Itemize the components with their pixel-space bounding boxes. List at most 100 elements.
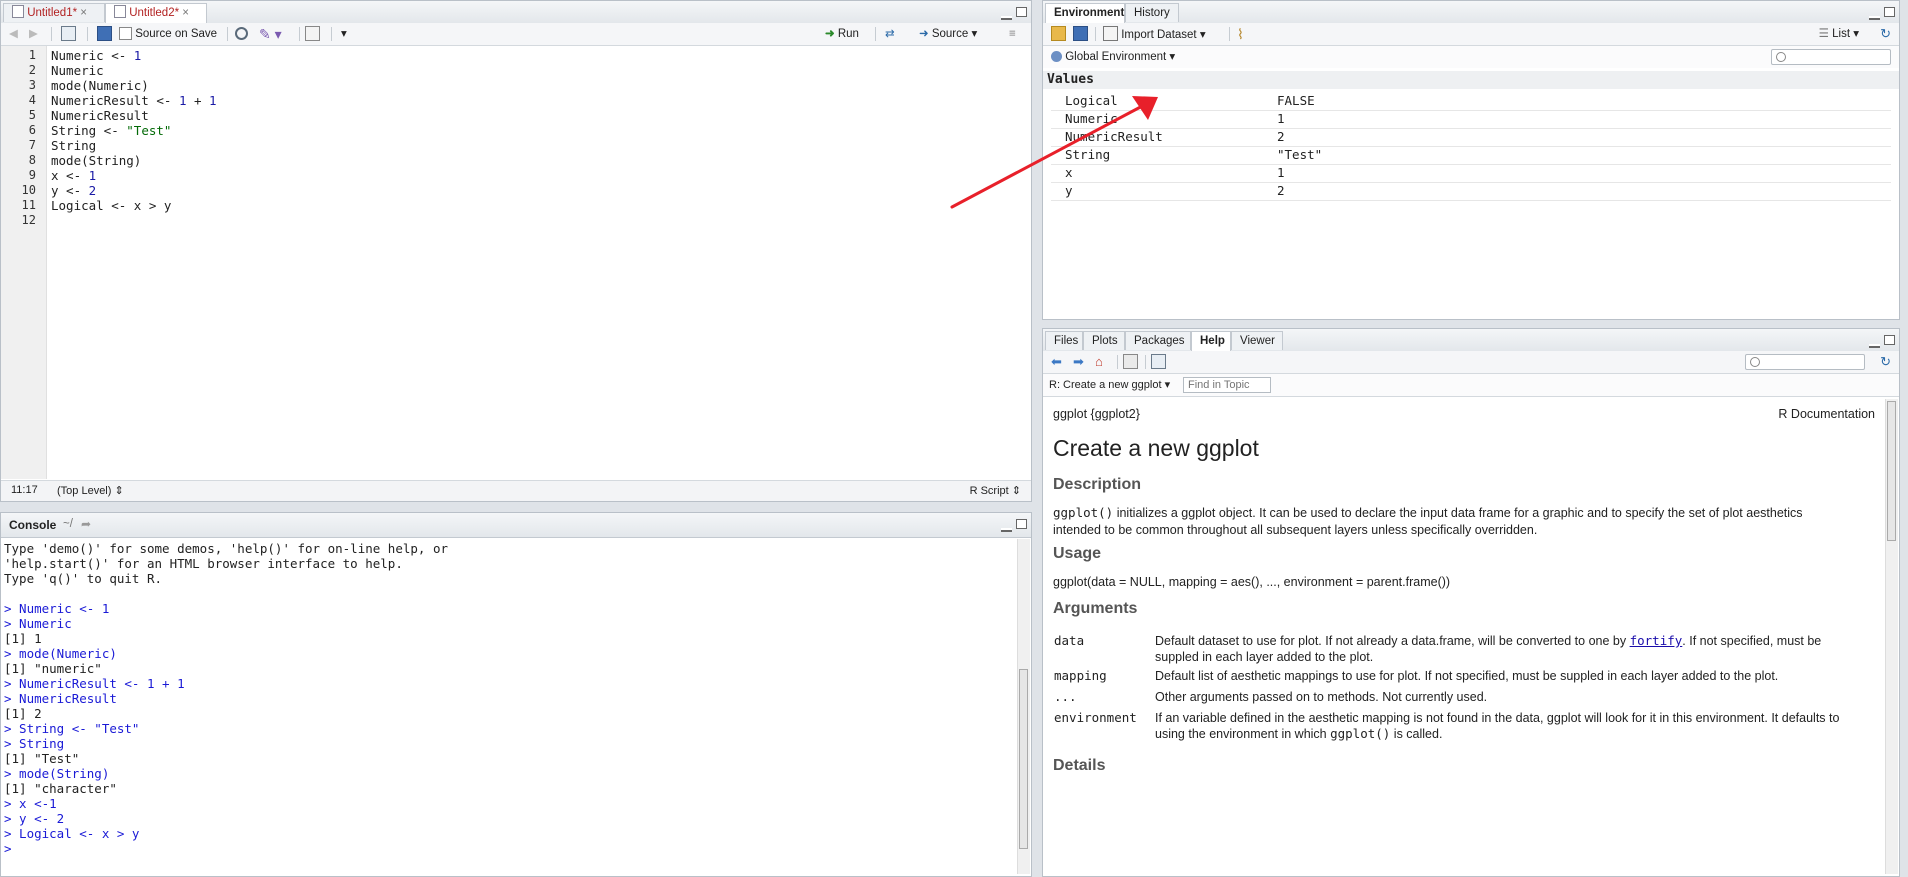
environment-pane: Environment History Import Dataset ▾ ⌇ ☰… <box>1042 0 1900 320</box>
clear-workspace-broom-icon[interactable]: ⌇ <box>1237 26 1244 42</box>
source-arrow-icon: ➜ <box>919 28 929 40</box>
source-on-save-checkbox[interactable]: Source on Save <box>119 26 217 42</box>
console-output[interactable]: Type 'demo()' for some demos, 'help()' f… <box>1 537 1017 876</box>
code-line: NumericResult <- 1 + 1 <box>51 93 217 108</box>
env-variable-name: NumericResult <box>1065 129 1163 144</box>
refresh-icon[interactable]: ↻ <box>1880 26 1891 42</box>
back-icon[interactable]: ◀ <box>9 26 18 42</box>
import-dataset-button[interactable]: Import Dataset ▾ <box>1103 26 1206 42</box>
show-in-window-icon[interactable] <box>1151 354 1166 370</box>
env-variable-value: 1 <box>1277 165 1285 180</box>
minimize-icon[interactable] <box>1001 528 1012 532</box>
find-in-topic-input[interactable] <box>1183 377 1271 393</box>
view-mode-selector[interactable]: ☰ List ▾ <box>1819 26 1859 42</box>
document-outline-icon[interactable]: ≡ <box>1009 26 1016 42</box>
cursor-position: 11:17 <box>11 484 38 496</box>
tab-help[interactable]: Help <box>1191 331 1231 351</box>
tab-history[interactable]: History <box>1125 3 1179 22</box>
env-row-logical[interactable]: Logical FALSE <box>1051 92 1891 111</box>
env-row-x[interactable]: x1 <box>1051 164 1891 183</box>
refresh-icon[interactable]: ↻ <box>1880 354 1891 370</box>
help-header-right: R Documentation <box>1778 407 1875 421</box>
line-number: 5 <box>28 108 36 122</box>
help-search-input[interactable] <box>1745 354 1865 370</box>
maximize-icon[interactable] <box>1884 335 1895 345</box>
code-line: Logical <- x > y <box>51 198 172 213</box>
help-topic-bar: R: Create a new ggplot ▾ <box>1043 374 1899 397</box>
tab-viewer[interactable]: Viewer <box>1231 331 1283 350</box>
environment-search-input[interactable] <box>1771 49 1891 65</box>
maximize-icon[interactable] <box>1016 519 1027 529</box>
code-line: y <- 2 <box>51 183 97 198</box>
close-icon[interactable]: × <box>182 7 189 19</box>
search-icon <box>1776 52 1786 62</box>
forward-icon[interactable]: ▶ <box>29 26 38 42</box>
help-pane: Files Plots Packages Help Viewer ⬅ ➡ ⌂ ↻… <box>1042 328 1900 877</box>
go-to-dir-icon[interactable]: ➦ <box>81 517 91 531</box>
minimize-icon[interactable] <box>1869 16 1880 20</box>
scrollbar-thumb[interactable] <box>1887 401 1896 541</box>
env-variable-value: "Test" <box>1277 147 1323 162</box>
print-icon[interactable] <box>1123 354 1138 370</box>
code-tools-wand-icon[interactable]: ✎ ▾ <box>259 26 282 42</box>
values-section-header: Values <box>1043 71 1899 89</box>
more-dropdown-icon[interactable]: ▾ <box>341 26 347 42</box>
console-output-line: 'help.start()' for an HTML browser inter… <box>4 556 403 571</box>
description-text: ggplot() initializes a ggplot object. It… <box>1053 505 1803 537</box>
minimize-icon[interactable] <box>1001 16 1012 20</box>
env-variable-name: x <box>1065 165 1073 180</box>
forward-icon[interactable]: ➡ <box>1073 354 1084 370</box>
save-icon[interactable] <box>97 26 112 42</box>
env-row-numeric[interactable]: Numeric 1 <box>1051 110 1891 129</box>
compile-report-icon[interactable] <box>305 26 320 42</box>
arg-description: Default list of aesthetic mappings to us… <box>1155 669 1779 683</box>
env-row-numericresult[interactable]: NumericResult 2 <box>1051 128 1891 147</box>
env-row-y[interactable]: y2 <box>1051 182 1891 201</box>
scrollbar-thumb[interactable] <box>1019 669 1028 849</box>
code-editor[interactable] <box>47 46 1031 479</box>
help-tabbar: Files Plots Packages Help Viewer <box>1043 329 1899 352</box>
close-icon[interactable]: × <box>80 7 87 19</box>
tab-packages[interactable]: Packages <box>1125 331 1191 350</box>
environment-scope-selector[interactable]: Global Environment ▾ <box>1051 49 1175 65</box>
maximize-icon[interactable] <box>1884 7 1895 17</box>
maximize-icon[interactable] <box>1016 7 1027 17</box>
tab-files[interactable]: Files <box>1045 331 1083 350</box>
env-variable-name: Logical <box>1065 93 1118 108</box>
tab-environment[interactable]: Environment <box>1045 3 1125 23</box>
home-icon[interactable]: ⌂ <box>1095 354 1103 370</box>
line-number: 6 <box>28 123 36 137</box>
line-number: 3 <box>28 78 36 92</box>
help-scrollbar[interactable] <box>1885 399 1898 874</box>
topic-selector[interactable]: R: Create a new ggplot ▾ <box>1049 377 1170 393</box>
tab-untitled1[interactable]: Untitled1* × <box>3 3 105 22</box>
console-command: > NumericResult <- 1 + 1 <box>4 676 185 691</box>
env-variable-name: Numeric <box>1065 111 1118 126</box>
tab-untitled2[interactable]: Untitled2* × <box>105 3 207 23</box>
show-in-window-icon[interactable] <box>61 26 76 42</box>
load-workspace-icon[interactable] <box>1051 26 1066 42</box>
rerun-icon[interactable]: ⇄ <box>885 26 895 42</box>
env-row-string[interactable]: String "Test" <box>1051 146 1891 165</box>
arg-name: environment <box>1054 710 1137 725</box>
console-scrollbar[interactable] <box>1017 539 1030 874</box>
run-arrow-icon: ➜ <box>825 28 835 40</box>
line-number: 4 <box>28 93 36 107</box>
file-type-selector[interactable]: R Script ⇕ <box>970 484 1021 497</box>
back-icon[interactable]: ⬅ <box>1051 354 1062 370</box>
minimize-icon[interactable] <box>1869 344 1880 348</box>
console-output-line: [1] "numeric" <box>4 661 102 676</box>
console-command: > x <-1 <box>4 796 57 811</box>
tab-plots[interactable]: Plots <box>1083 331 1125 350</box>
scope-selector[interactable]: (Top Level) ⇕ <box>57 484 124 497</box>
code-line: Numeric <box>51 63 104 78</box>
help-content: ggplot {ggplot2} R Documentation Create … <box>1043 397 1885 876</box>
search-icon[interactable] <box>235 26 248 42</box>
run-button[interactable]: ➜ Run <box>825 26 859 42</box>
env-variable-value: 2 <box>1277 183 1285 198</box>
tab-label: Untitled2* <box>129 7 180 19</box>
fortify-link[interactable]: fortify <box>1630 633 1683 648</box>
code-line: Numeric <- 1 <box>51 48 142 63</box>
source-button[interactable]: ➜ Source ▾ <box>919 26 977 42</box>
save-workspace-icon[interactable] <box>1073 26 1088 42</box>
